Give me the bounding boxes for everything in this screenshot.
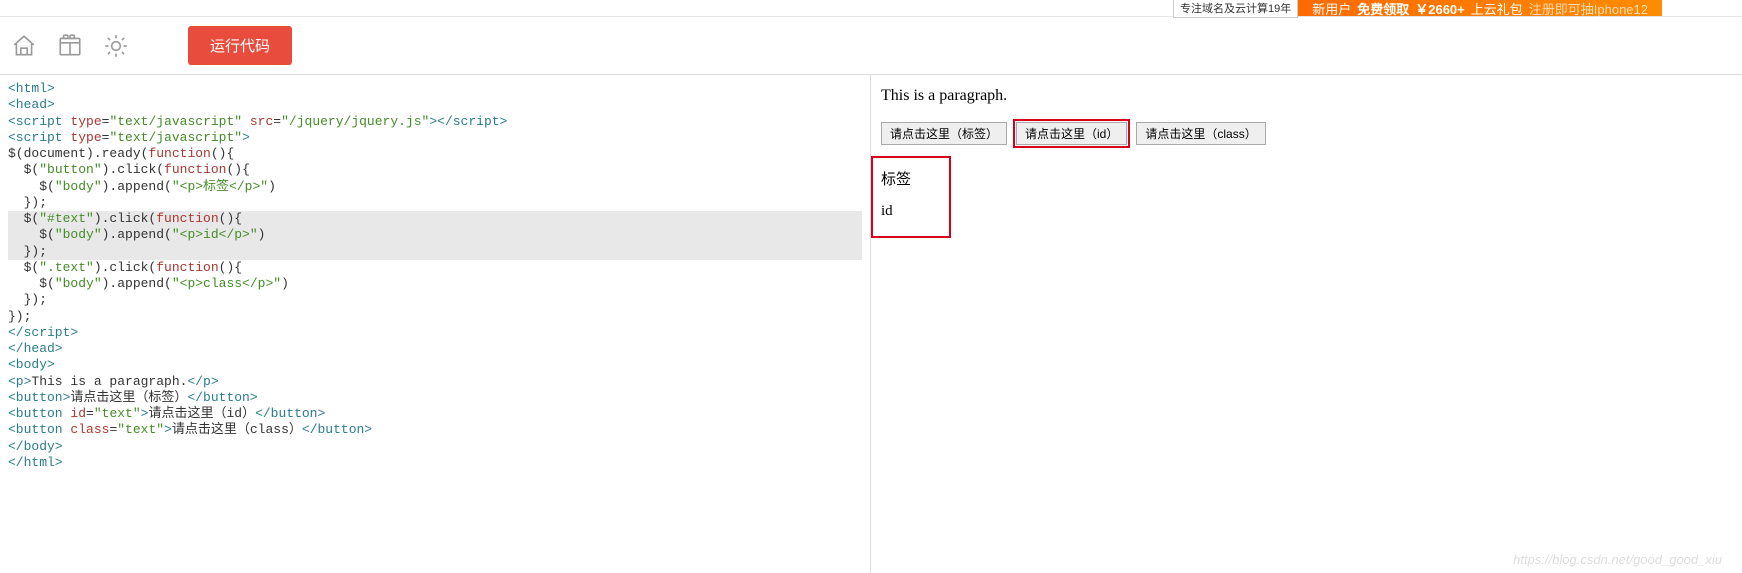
code-text: "/jquery/jquery.js" [281,114,429,129]
home-icon[interactable] [10,32,38,60]
code-text: }); [8,309,31,324]
preview-button-row: 请点击这里（标签） 请点击这里（id） 请点击这里（class） [881,119,1732,148]
code-text: ).append( [102,276,172,291]
promo-amount: ￥2660+ [1415,0,1465,18]
code-text: function [156,260,218,275]
code-text: </button> [255,406,325,421]
promo-new-user: 新用户 [1312,0,1351,18]
watermark-text: https://blog.csdn.net/good_good_xiu [1513,552,1722,567]
code-text: "text/javascript" [109,130,242,145]
code-text: <button [8,406,70,421]
preview-pane: This is a paragraph. 请点击这里（标签） 请点击这里（id）… [871,75,1742,573]
code-text: <script [8,114,70,129]
code-text: <body> [8,357,55,372]
layout-icon[interactable] [56,32,84,60]
code-text: $(document).ready( [8,146,148,161]
code-text: ).click( [94,211,156,226]
code-text: > [242,130,250,145]
code-text: "<p>id</p>" [172,227,258,242]
code-text: ) [258,227,266,242]
code-text: ).append( [102,179,172,194]
output-highlight-box: 标签 id [871,156,951,238]
code-text: 请点击这里（标签） [70,390,187,405]
code-text: $( [8,227,55,242]
code-text: $( [8,211,39,226]
theme-icon[interactable] [102,32,130,60]
code-text: type [70,130,101,145]
code-text: type [70,114,101,129]
code-text: "#text" [39,211,94,226]
code-text: </button> [187,390,257,405]
toolbar: 运行代码 [0,16,1742,74]
code-text: $( [8,260,39,275]
code-text: src [242,114,273,129]
promo-banner[interactable]: 新用户 免费领取 ￥2660+ 上云礼包 注册即可抽Iphone12 [1298,0,1662,16]
promo-gift: 上云礼包 [1471,0,1523,18]
code-text: $( [8,162,39,177]
code-text: > [164,422,172,437]
code-text: $( [8,179,55,194]
highlight-box-icon: 请点击这里（id） [1013,119,1130,148]
code-text: "<p>class</p>" [172,276,281,291]
code-text: ></script> [429,114,507,129]
code-text: (){ [226,162,249,177]
preview-button-id[interactable]: 请点击这里（id） [1016,122,1127,145]
promo-register: 注册即可抽Iphone12 [1529,0,1648,18]
code-text: 请点击这里（id） [148,406,255,421]
code-text: }); [8,195,47,210]
code-text: function [164,162,226,177]
code-text: (){ [219,211,242,226]
code-text: "body" [55,227,102,242]
code-text: This is a paragraph. [31,374,187,389]
code-text: "text" [117,422,164,437]
code-text: <html> [8,81,55,96]
output-line: id [881,203,941,220]
code-text: }); [8,292,47,307]
code-text: (){ [219,260,242,275]
code-text: ".text" [39,260,94,275]
code-text: $( [8,276,55,291]
code-text: ).click( [94,260,156,275]
code-text: </body> [8,439,63,454]
code-text: "text/javascript" [109,114,242,129]
code-text: </head> [8,341,63,356]
code-text: "body" [55,276,102,291]
code-text: function [148,146,210,161]
code-text: class [70,422,109,437]
code-text: "<p>标签</p>" [172,179,268,194]
code-text: </p> [187,374,218,389]
code-text: = [273,114,281,129]
promo-free: 免费领取 [1357,0,1409,18]
code-text: id [70,406,86,421]
code-text: </script> [8,325,78,340]
code-text: "text" [94,406,141,421]
code-text: function [156,211,218,226]
code-text: "body" [55,179,102,194]
code-text: }); [8,244,47,259]
run-code-button[interactable]: 运行代码 [188,26,292,65]
banner-note: 专注域名及云计算19年 [1173,0,1298,18]
top-banner: 专注域名及云计算19年 新用户 免费领取 ￥2660+ 上云礼包 注册即可抽Ip… [0,0,1742,16]
code-text: ).append( [102,227,172,242]
output-line: 标签 [881,168,941,189]
code-text: </button> [302,422,372,437]
preview-paragraph: This is a paragraph. [881,87,1732,105]
preview-button-class[interactable]: 请点击这里（class） [1136,122,1265,145]
code-text: "button" [39,162,101,177]
code-text: <button [8,422,70,437]
code-text: <button> [8,390,70,405]
code-text: <head> [8,97,55,112]
code-text: 请点击这里（class） [172,422,302,437]
code-text: <script [8,130,70,145]
code-text: (){ [211,146,234,161]
code-text: </html> [8,455,63,470]
preview-button-tag[interactable]: 请点击这里（标签） [881,122,1007,145]
main-area: <html> <head> <script type = "text/javascr… [0,74,1742,573]
code-text: ).click( [102,162,164,177]
code-text: <p> [8,374,31,389]
code-text: = [86,406,94,421]
code-text: ) [281,276,289,291]
code-text: ) [268,179,276,194]
code-editor[interactable]: <html> <head> <script type = "text/javascr… [0,75,871,573]
